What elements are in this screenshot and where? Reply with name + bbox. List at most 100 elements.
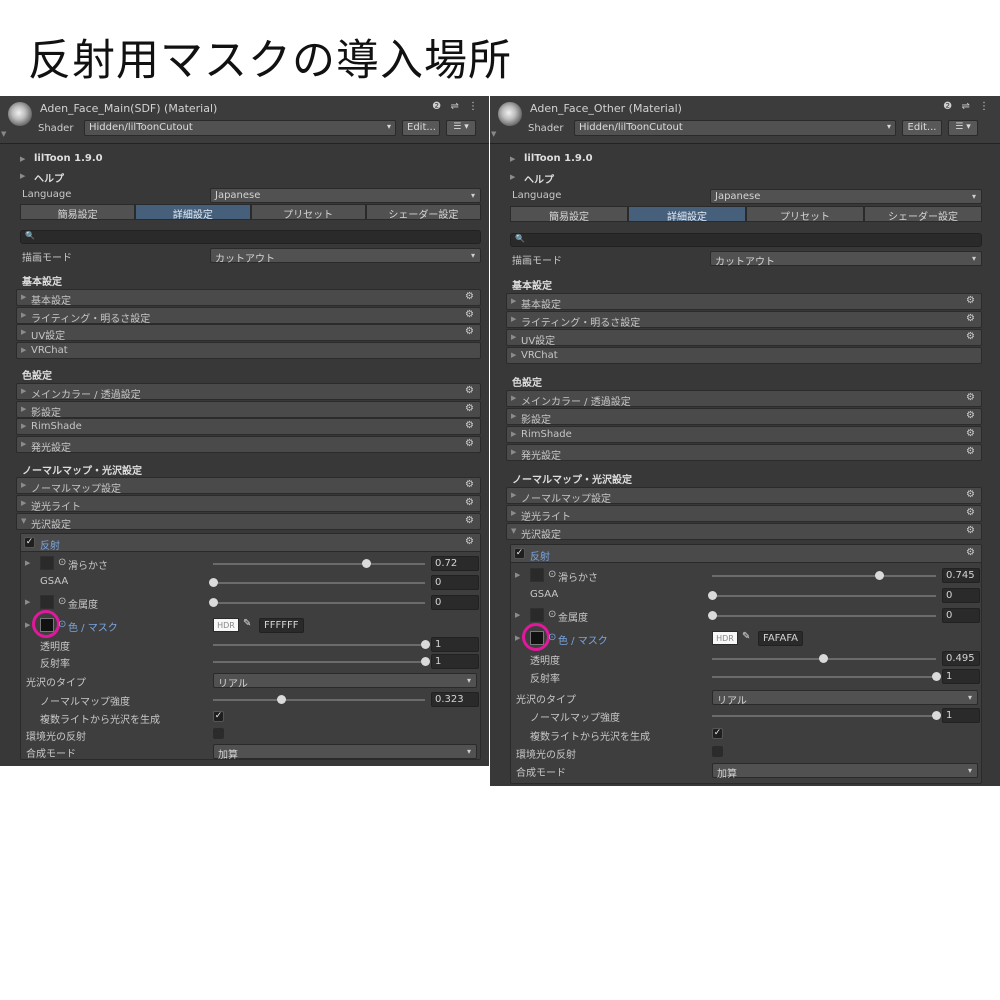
normal-strength-value-field[interactable]: 1 (942, 708, 980, 723)
header-menu-icons[interactable]: ❷ ⇌ ⋮ (432, 101, 481, 112)
gsaa-slider-knob[interactable] (209, 578, 218, 587)
metallic-slider-track[interactable] (213, 602, 425, 604)
gear-icon[interactable]: ⚙ (465, 309, 474, 320)
foldout-normal-2[interactable]: ▼ 光沢設定 ⚙ (16, 513, 481, 531)
foldout-color-1[interactable]: ▶ 影設定 ⚙ (16, 401, 481, 419)
gear-icon[interactable]: ⚙ (966, 489, 975, 500)
tab-3[interactable]: シェーダー設定 (365, 204, 481, 221)
metallic-value-field[interactable]: 0 (942, 608, 980, 623)
transparency-slider-knob[interactable] (818, 654, 828, 663)
foldout-normal-0[interactable]: ▶ ノーマルマップ設定 ⚙ (16, 477, 481, 495)
foldout-color-1[interactable]: ▶ 影設定 ⚙ (506, 408, 982, 426)
language-dropdown[interactable]: Japanese ▾ (710, 189, 982, 204)
foldout-basic-2[interactable]: ▶ UV設定 ⚙ (506, 329, 982, 347)
gear-icon[interactable]: ⚙ (966, 410, 975, 421)
tab-0[interactable]: 簡易設定 (20, 204, 136, 221)
gear-icon[interactable]: ⚙ (465, 536, 474, 547)
tab-2[interactable]: プリセット (746, 206, 864, 223)
normal-strength-value-field[interactable]: 0.323 (431, 692, 479, 707)
normal-strength-slider-track[interactable] (213, 699, 425, 701)
fold-arrow-icon[interactable]: ▼ (1, 130, 6, 138)
tab-2[interactable]: プリセット (250, 204, 366, 221)
metallic-texture-slot[interactable] (40, 595, 54, 609)
foldout-basic-3[interactable]: ▶ VRChat (506, 347, 982, 364)
foldout-color-3[interactable]: ▶ 発光設定 ⚙ (506, 444, 982, 462)
hdr-color-field[interactable]: HDR (712, 631, 738, 645)
foldout-basic-1[interactable]: ▶ ライティング・明るさ設定 ⚙ (506, 311, 982, 329)
gear-icon[interactable]: ⚙ (465, 291, 474, 302)
shader-dropdown[interactable]: Hidden/lilToonCutout ▾ (574, 120, 896, 136)
gear-icon[interactable]: ⚙ (465, 420, 474, 431)
transparency-slider-knob[interactable] (421, 640, 430, 649)
triangle-right-icon[interactable]: ▶ (515, 634, 520, 642)
gsaa-slider-track[interactable] (712, 595, 936, 597)
reflectance-value-field[interactable]: 1 (431, 654, 479, 669)
triangle-right-icon[interactable]: ▶ (25, 559, 30, 567)
multi-light-checkbox[interactable]: ✓ (213, 711, 224, 722)
triangle-right-icon[interactable]: ▶ (515, 571, 520, 579)
header-menu-icons[interactable]: ❷ ⇌ ⋮ (943, 101, 992, 112)
gear-icon[interactable]: ⚙ (465, 385, 474, 396)
reflection-checkbox[interactable]: ✓ (514, 548, 525, 559)
edit-shader-button[interactable]: Edit... (902, 120, 942, 136)
foldout-color-3[interactable]: ▶ 発光設定 ⚙ (16, 436, 481, 454)
foldout-normal-2[interactable]: ▼ 光沢設定 ⚙ (506, 523, 982, 541)
settings-list-button[interactable]: ☰ ▾ (948, 120, 978, 136)
triangle-right-icon[interactable]: ▶ (510, 173, 515, 181)
gear-icon[interactable]: ⚙ (465, 515, 474, 526)
gear-icon[interactable]: ⚙ (966, 295, 975, 306)
gear-icon[interactable]: ⚙ (966, 446, 975, 457)
foldout-basic-0[interactable]: ▶ 基本設定 ⚙ (506, 293, 982, 311)
hdr-color-field[interactable]: HDR (213, 618, 239, 632)
reflection-checkbox[interactable]: ✓ (24, 537, 35, 548)
settings-list-button[interactable]: ☰ ▾ (446, 120, 476, 136)
gear-icon[interactable]: ⚙ (465, 326, 474, 337)
hex-color-field[interactable]: FFFFFF (259, 618, 304, 633)
gear-icon[interactable]: ⚙ (966, 331, 975, 342)
tab-1[interactable]: 詳細設定 (135, 204, 251, 221)
reflectance-value-field[interactable]: 1 (942, 669, 980, 684)
foldout-color-2[interactable]: ▶ RimShade ⚙ (16, 418, 481, 435)
search-input[interactable]: 🔍 (20, 230, 481, 244)
smoothness-slider-track[interactable] (712, 575, 936, 577)
blend-mode-dropdown[interactable]: 加算 ▾ (712, 763, 978, 780)
foldout-basic-2[interactable]: ▶ UV設定 ⚙ (16, 324, 481, 342)
reflectance-slider-knob[interactable] (421, 657, 430, 666)
normal-strength-slider-track[interactable] (712, 715, 936, 717)
smoothness-slider-knob[interactable] (874, 571, 884, 580)
foldout-normal-1[interactable]: ▶ 逆光ライト ⚙ (16, 495, 481, 513)
gloss-type-dropdown[interactable]: リアル ▾ (213, 673, 477, 690)
tab-3[interactable]: シェーダー設定 (864, 206, 982, 223)
gsaa-slider-track[interactable] (213, 582, 425, 584)
gear-icon[interactable]: ⚙ (465, 479, 474, 490)
smoothness-value-field[interactable]: 0.745 (942, 568, 980, 583)
metallic-value-field[interactable]: 0 (431, 595, 479, 610)
triangle-right-icon[interactable]: ▶ (20, 172, 25, 180)
gear-icon[interactable]: ⚙ (465, 497, 474, 508)
ambient-reflection-checkbox[interactable] (712, 746, 723, 757)
foldout-basic-0[interactable]: ▶ 基本設定 ⚙ (16, 289, 481, 307)
gloss-type-dropdown[interactable]: リアル ▾ (712, 690, 978, 707)
shader-dropdown[interactable]: Hidden/lilToonCutout ▾ (84, 120, 396, 136)
smoothness-texture-slot[interactable] (530, 568, 544, 582)
ambient-reflection-checkbox[interactable] (213, 728, 224, 739)
gsaa-value-field[interactable]: 0 (942, 588, 980, 603)
gear-icon[interactable]: ⚙ (966, 313, 975, 324)
smoothness-value-field[interactable]: 0.72 (431, 556, 479, 571)
triangle-right-icon[interactable]: ▶ (25, 621, 30, 629)
triangle-right-icon[interactable]: ▶ (25, 598, 30, 606)
gsaa-slider-knob[interactable] (708, 591, 717, 600)
transparency-slider-track[interactable] (213, 644, 425, 646)
blend-mode-dropdown[interactable]: 加算 ▾ (213, 744, 477, 761)
metallic-slider-track[interactable] (712, 615, 936, 617)
gear-icon[interactable]: ⚙ (465, 403, 474, 414)
edit-shader-button[interactable]: Edit... (402, 120, 440, 136)
hex-color-field[interactable]: FAFAFA (758, 631, 804, 646)
language-dropdown[interactable]: Japanese ▾ (210, 188, 481, 203)
reflectance-slider-track[interactable] (712, 676, 936, 678)
render-mode-dropdown[interactable]: カットアウト ▾ (710, 251, 982, 268)
eyedropper-icon[interactable]: ✎ (742, 631, 750, 642)
triangle-right-icon[interactable]: ▶ (515, 611, 520, 619)
fold-arrow-icon[interactable]: ▼ (491, 130, 496, 138)
search-input[interactable]: 🔍 (510, 233, 982, 247)
